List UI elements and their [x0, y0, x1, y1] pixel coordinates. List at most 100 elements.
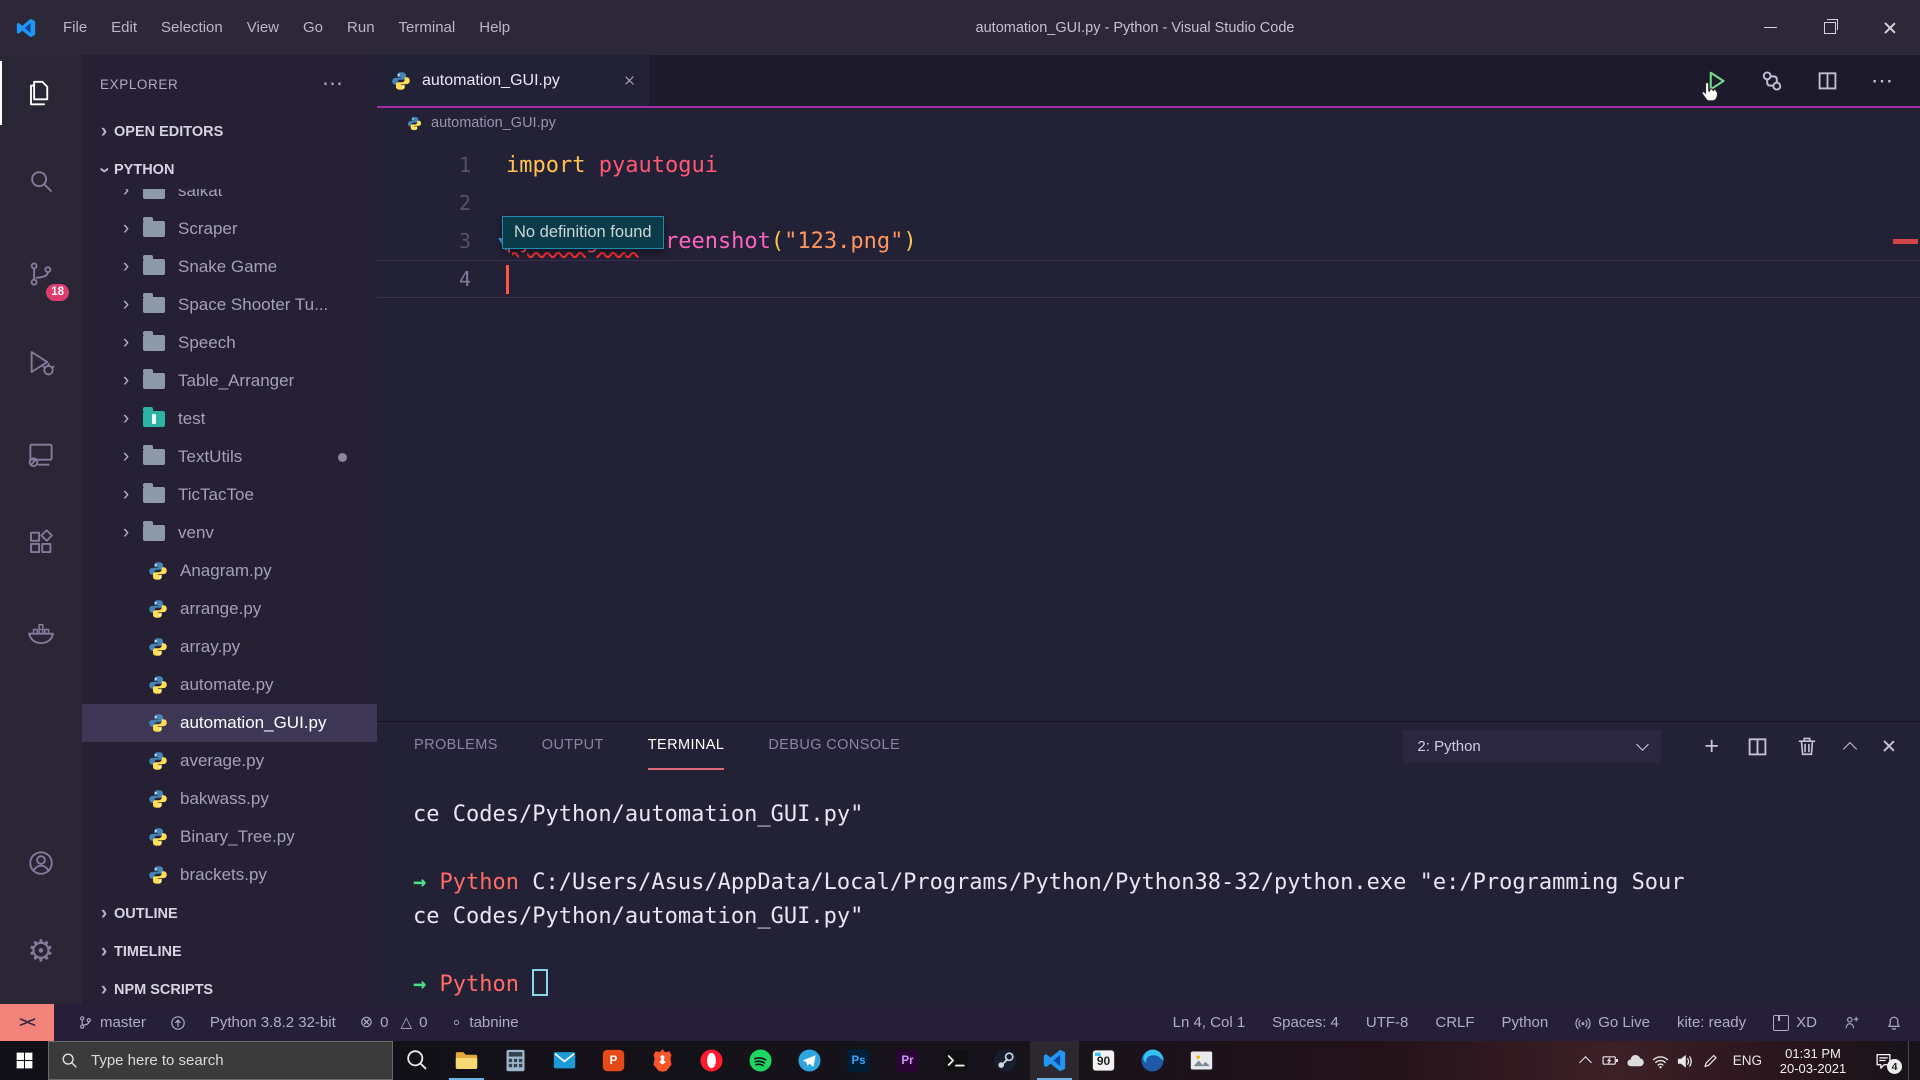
activity-source-control-icon[interactable]: 18: [0, 242, 82, 306]
file-item-brackets-py[interactable]: brackets.py: [82, 856, 377, 894]
menu-help[interactable]: Help: [467, 0, 522, 55]
maximize-panel-icon[interactable]: [1843, 741, 1857, 755]
activity-remote-explorer-icon[interactable]: [0, 422, 82, 486]
folder-item-textutils[interactable]: ›TextUtils: [82, 438, 377, 476]
file-item-automate-py[interactable]: automate.py: [82, 666, 377, 704]
sync-loop-icon[interactable]: [1760, 69, 1784, 93]
folder-item-test[interactable]: ›test: [82, 400, 377, 438]
taskbar-search-icon[interactable]: [393, 1041, 442, 1080]
menu-go[interactable]: Go: [291, 0, 335, 55]
status-go-live[interactable]: Go Live: [1575, 1014, 1650, 1031]
windows-ink-pen-icon[interactable]: [1698, 1053, 1723, 1069]
code-editor[interactable]: 1import pyautogui23pyautogui.screenshot(…: [377, 138, 1920, 721]
language-indicator[interactable]: ENG: [1733, 1053, 1762, 1068]
folder-item-tictactoe[interactable]: ›TicTacToe: [82, 476, 377, 514]
activity-search-icon[interactable]: [0, 149, 82, 213]
volume-icon[interactable]: [1673, 1053, 1698, 1069]
menu-selection[interactable]: Selection: [149, 0, 235, 55]
status-ln-4-col-1[interactable]: Ln 4, Col 1: [1173, 1014, 1246, 1031]
folder-item-speech[interactable]: ›Speech: [82, 324, 377, 362]
terminal-shell-select[interactable]: 2: Python: [1403, 730, 1661, 763]
panel-tab-problems[interactable]: PROBLEMS: [414, 722, 498, 770]
status-0[interactable]: ⊗0: [360, 1014, 389, 1031]
folder-item-venv[interactable]: ›venv: [82, 514, 377, 552]
file-item-bakwass-py[interactable]: bakwass.py: [82, 780, 377, 818]
status-sync[interactable]: [170, 1015, 186, 1031]
status-spaces-4[interactable]: Spaces: 4: [1272, 1014, 1339, 1031]
close-panel-icon[interactable]: [1882, 739, 1896, 753]
taskbar-search-box[interactable]: [48, 1041, 393, 1080]
close-button[interactable]: [1860, 0, 1920, 55]
taskbar-calculator-icon[interactable]: [491, 1041, 540, 1080]
taskbar-spotify-icon[interactable]: [736, 1041, 785, 1080]
activity-extensions-icon[interactable]: [0, 510, 82, 574]
kill-terminal-icon[interactable]: [1796, 735, 1818, 757]
file-item-automation-gui-py[interactable]: automation_GUI.py: [82, 704, 377, 742]
breadcrumb[interactable]: automation_GUI.py: [377, 108, 1920, 138]
start-button[interactable]: [0, 1041, 48, 1080]
status-feedback[interactable]: [1844, 1015, 1859, 1030]
taskbar-mail-icon[interactable]: [540, 1041, 589, 1080]
section-outline[interactable]: › OUTLINE: [82, 895, 377, 933]
file-item-array-py[interactable]: array.py: [82, 628, 377, 666]
restore-button[interactable]: [1800, 0, 1860, 55]
taskbar-vscode-icon[interactable]: [1030, 1041, 1079, 1080]
status-python-3-8-2-32-bit[interactable]: Python 3.8.2 32-bit: [210, 1014, 336, 1031]
taskbar-widget-90-icon[interactable]: 90: [1079, 1041, 1128, 1080]
panel-tab-debug-console[interactable]: DEBUG CONSOLE: [768, 722, 900, 770]
folder-item-space-shooter-tu[interactable]: ›Space Shooter Tu...: [82, 286, 377, 324]
menu-terminal[interactable]: Terminal: [387, 0, 468, 55]
taskbar-cmd-icon[interactable]: [932, 1041, 981, 1080]
section-python-workspace[interactable]: › PYTHON: [82, 151, 377, 189]
split-terminal-icon[interactable]: [1746, 735, 1769, 758]
activity-account-icon[interactable]: [0, 831, 82, 895]
run-button[interactable]: [1704, 69, 1728, 93]
menu-view[interactable]: View: [235, 0, 291, 55]
split-editor-icon[interactable]: [1816, 69, 1839, 92]
file-item-arrange-py[interactable]: arrange.py: [82, 590, 377, 628]
tray-expand-icon[interactable]: [1573, 1054, 1598, 1067]
taskbar-opera-icon[interactable]: [687, 1041, 736, 1080]
menu-file[interactable]: File: [51, 0, 99, 55]
status-bell[interactable]: [1886, 1015, 1902, 1031]
status-tabnine[interactable]: tabnine: [451, 1014, 518, 1031]
minimize-button[interactable]: [1740, 0, 1800, 55]
status-crlf[interactable]: CRLF: [1435, 1014, 1474, 1031]
status-utf-8[interactable]: UTF-8: [1366, 1014, 1409, 1031]
search-input[interactable]: [89, 1051, 383, 1070]
terminal-output[interactable]: ce Codes/Python/automation_GUI.py" → Pyt…: [377, 770, 1920, 1004]
taskbar-photoshop-icon[interactable]: Ps: [834, 1041, 883, 1080]
tab-close-icon[interactable]: [624, 75, 635, 86]
folder-item-table-arranger[interactable]: ›Table_Arranger: [82, 362, 377, 400]
new-terminal-icon[interactable]: +: [1704, 734, 1719, 759]
section-open-editors[interactable]: › OPEN EDITORS: [82, 113, 377, 151]
file-item-average-py[interactable]: average.py: [82, 742, 377, 780]
status-xd[interactable]: XD: [1773, 1014, 1817, 1031]
wifi-icon[interactable]: [1648, 1053, 1673, 1069]
onedrive-cloud-icon[interactable]: [1623, 1053, 1648, 1068]
activity-docker-icon[interactable]: [0, 601, 82, 665]
status-python[interactable]: Python: [1502, 1014, 1549, 1031]
taskbar-telegram-icon[interactable]: [785, 1041, 834, 1080]
status-kite-ready[interactable]: kite: ready: [1677, 1014, 1746, 1031]
remote-indicator[interactable]: ><: [0, 1004, 54, 1041]
panel-tab-output[interactable]: OUTPUT: [542, 722, 604, 770]
battery-icon[interactable]: [1598, 1052, 1623, 1069]
section-timeline[interactable]: › TIMELINE: [82, 933, 377, 971]
folder-item-saikat[interactable]: ›saikat: [82, 189, 377, 210]
tab-automation-gui[interactable]: automation_GUI.py: [377, 55, 649, 106]
activity-settings-icon[interactable]: ⚙: [0, 920, 82, 984]
status-0[interactable]: △0: [401, 1014, 428, 1031]
taskbar-steam-icon[interactable]: [981, 1041, 1030, 1080]
panel-tab-terminal[interactable]: TERMINAL: [648, 722, 725, 770]
more-actions-icon[interactable]: ⋯: [322, 71, 344, 96]
show-desktop-button[interactable]: [1908, 1041, 1914, 1080]
activity-run-debug-icon[interactable]: [0, 330, 82, 394]
taskbar-persepolis-icon[interactable]: P: [589, 1041, 638, 1080]
activity-explorer-icon[interactable]: [0, 61, 82, 125]
action-center-icon[interactable]: 4: [1870, 1052, 1896, 1069]
file-item-anagram-py[interactable]: Anagram.py: [82, 552, 377, 590]
section-npm-scripts[interactable]: › NPM SCRIPTS: [82, 971, 377, 1004]
status-master[interactable]: master: [78, 1014, 146, 1031]
taskbar-premiere-icon[interactable]: Pr: [883, 1041, 932, 1080]
